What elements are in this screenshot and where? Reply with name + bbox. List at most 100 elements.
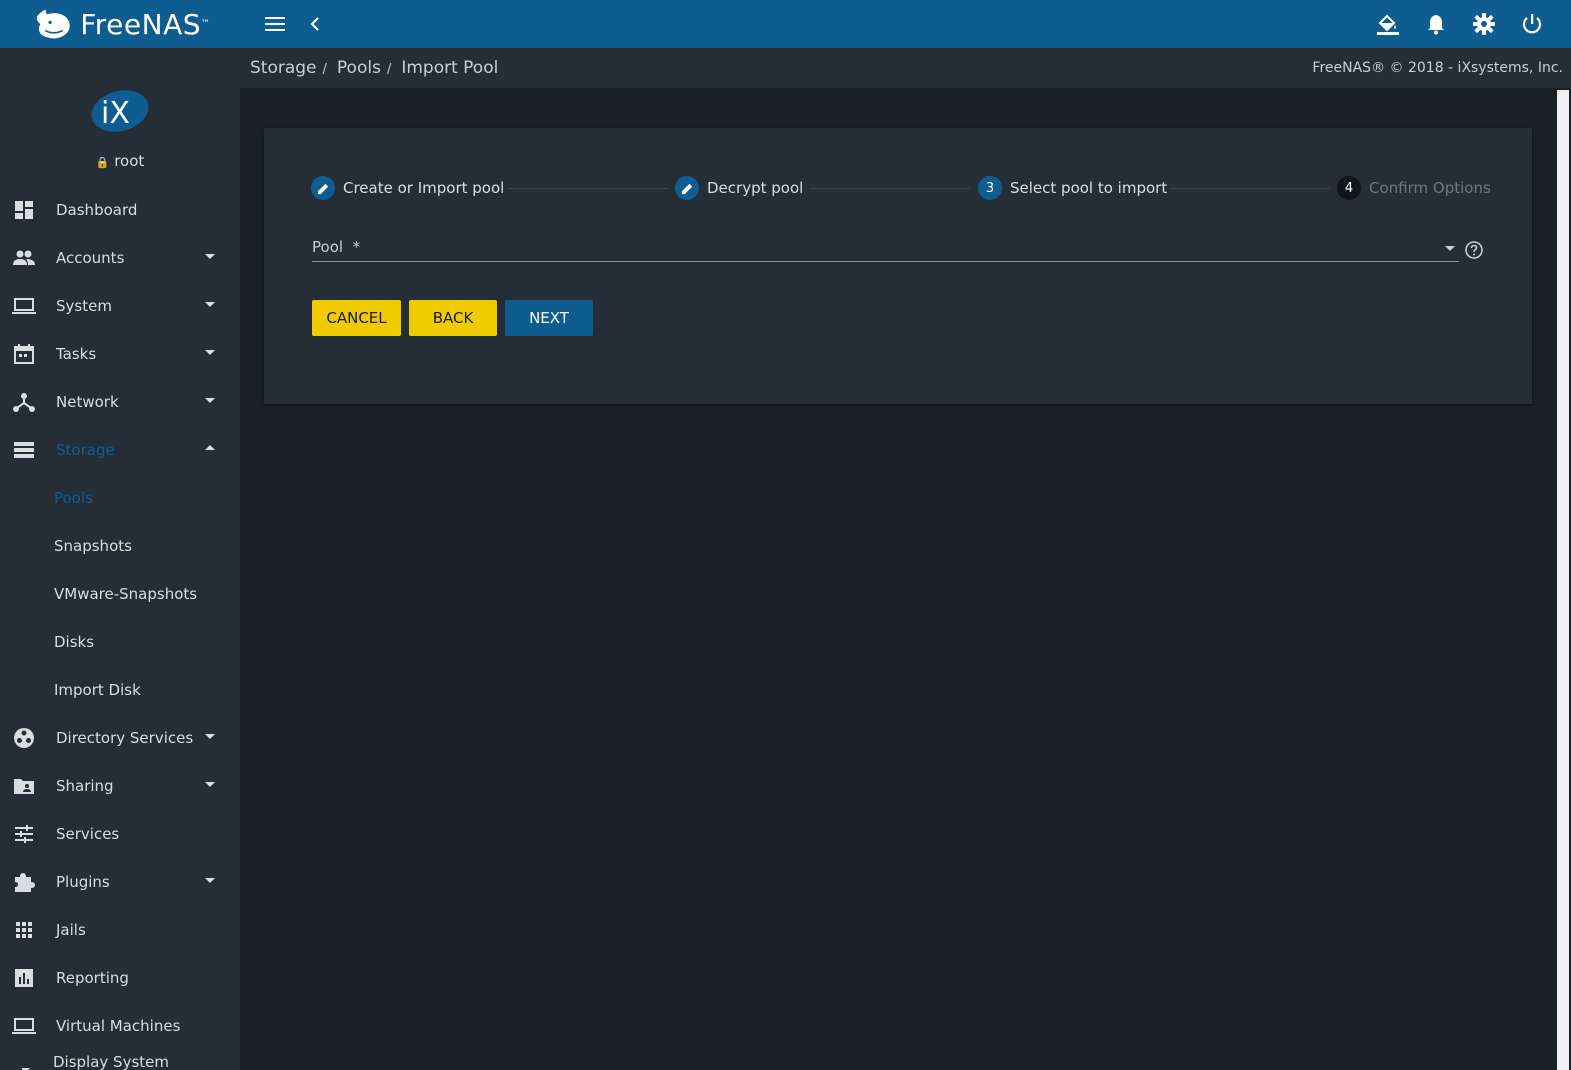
username: root: [114, 152, 145, 170]
step-create-import-pool[interactable]: Create or Import pool: [311, 176, 504, 200]
sidebar-item-system[interactable]: System: [0, 282, 240, 330]
breadcrumb-separator: /: [386, 62, 392, 77]
dashboard-icon: [15, 201, 33, 219]
ix-logo-icon: iX: [91, 90, 149, 132]
breadcrumb: Storage / Pools / Import Pool: [250, 48, 498, 90]
sidebar-item-storage[interactable]: Storage: [0, 426, 240, 474]
calendar-icon: [14, 344, 34, 364]
sidebar-item-label: Sharing: [56, 777, 114, 795]
ix-logo: iX: [90, 86, 150, 136]
sidebar-subitem-import-disk[interactable]: Import Disk: [0, 666, 240, 714]
arrow-icon: [22, 1068, 30, 1070]
chevron-left-icon: [310, 17, 319, 31]
help-icon[interactable]: [1464, 240, 1484, 260]
sidebar-item-label: Dashboard: [56, 201, 138, 219]
lock-icon: 🔒: [95, 156, 110, 169]
puzzle-icon: [15, 873, 35, 892]
step-connector: [1170, 188, 1330, 189]
breadcrumb-bar: Storage / Pools / Import Pool FreeNAS® © 201…: [240, 48, 1571, 88]
sidebar-item-jails[interactable]: Jails: [0, 906, 240, 954]
sidebar-item-tasks[interactable]: Tasks: [0, 330, 240, 378]
step-label: Decrypt pool: [707, 179, 804, 197]
menu-button[interactable]: [263, 12, 287, 36]
copyright: FreeNAS® © 2018 - iXsystems, Inc.: [1312, 60, 1563, 76]
breadcrumb-pools[interactable]: Pools: [337, 58, 381, 78]
pencil-icon: [681, 183, 692, 194]
sidebar-item-dashboard[interactable]: Dashboard: [0, 186, 240, 234]
sidebar-subitem-label: Disks: [54, 633, 95, 651]
pool-label-text: Pool: [312, 238, 344, 256]
sidebar-item-sharing[interactable]: Sharing: [0, 762, 240, 810]
sidebar-subitem-label: Pools: [54, 489, 93, 507]
sidebar-item-label: System: [56, 297, 112, 315]
theme-button[interactable]: [1376, 12, 1400, 36]
sidebar-item-display-system[interactable]: Display System: [0, 1036, 240, 1070]
sidebar-item-plugins[interactable]: Plugins: [0, 858, 240, 906]
sidebar-item-label: Reporting: [56, 969, 129, 987]
notifications-button[interactable]: [1424, 12, 1448, 36]
sidebar-item-label: Network: [56, 393, 119, 411]
step-select-pool[interactable]: 3 Select pool to import: [978, 176, 1167, 200]
brand-tm: ™: [201, 19, 210, 29]
settings-button[interactable]: [1472, 12, 1496, 36]
user-info: 🔒 root: [0, 152, 240, 170]
sidebar-subitem-pools[interactable]: Pools: [0, 474, 240, 522]
breadcrumb-storage[interactable]: Storage: [250, 58, 317, 78]
step-circle: [311, 176, 335, 200]
laptop-icon: [12, 1018, 36, 1034]
bell-icon: [1428, 15, 1444, 35]
tune-icon: [15, 825, 33, 843]
sidebar-item-reporting[interactable]: Reporting: [0, 954, 240, 1002]
sidebar-subitem-label: VMware-Snapshots: [54, 585, 198, 603]
caret-down-icon: [205, 302, 215, 307]
directory-icon: [14, 728, 34, 748]
freenas-logo[interactable]: FreeNAS ™: [34, 4, 210, 44]
caret-down-icon: [205, 350, 215, 355]
paint-bucket-icon: [1377, 14, 1399, 35]
next-button[interactable]: NEXT: [505, 300, 593, 336]
sidebar-item-accounts[interactable]: Accounts: [0, 234, 240, 282]
back-button[interactable]: BACK: [409, 300, 497, 336]
step-decrypt-pool[interactable]: Decrypt pool: [675, 176, 803, 200]
chart-icon: [15, 969, 33, 987]
brand-name: FreeNAS: [80, 7, 201, 41]
step-number: 4: [1337, 176, 1361, 200]
sidebar-subitem-disks[interactable]: Disks: [0, 618, 240, 666]
freenas-fish-icon: [36, 9, 70, 39]
power-button[interactable]: [1520, 12, 1544, 36]
step-confirm-options[interactable]: 4 Confirm Options: [1337, 176, 1491, 200]
pencil-icon: [317, 183, 328, 194]
step-connector: [508, 188, 668, 189]
step-connector: [810, 188, 970, 189]
network-icon: [13, 393, 35, 412]
sidebar-subitem-label: Snapshots: [54, 537, 132, 555]
caret-down-icon: [205, 782, 215, 787]
step-number: 3: [978, 176, 1002, 200]
caret-down-icon: [205, 254, 215, 259]
scrollbar-thumb[interactable]: [1557, 90, 1569, 1070]
collapse-sidebar-button[interactable]: [303, 12, 327, 36]
sidebar-item-label: Services: [56, 825, 120, 843]
sidebar: iX 🔒 root Dashboard Accounts System Task…: [0, 48, 240, 1070]
menu-icon: [265, 17, 285, 31]
sidebar-item-label: Display System: [53, 1053, 169, 1070]
sidebar-item-network[interactable]: Network: [0, 378, 240, 426]
sidebar-item-directory-services[interactable]: Directory Services: [0, 714, 240, 762]
sidebar-item-label: Directory Services: [56, 729, 194, 747]
import-pool-card: Create or Import pool Decrypt pool 3 Sel…: [264, 128, 1532, 404]
step-circle: [675, 176, 699, 200]
power-icon: [1522, 14, 1542, 34]
people-icon: [13, 250, 35, 265]
caret-down-icon: [205, 398, 215, 403]
dropdown-arrow-icon[interactable]: [1445, 246, 1455, 251]
sidebar-subitem-snapshots[interactable]: Snapshots: [0, 522, 240, 570]
sidebar-item-label: Storage: [56, 441, 115, 459]
step-label: Confirm Options: [1369, 179, 1491, 197]
pool-field-label: Pool *: [312, 238, 360, 256]
breadcrumb-separator: /: [322, 62, 327, 77]
sidebar-item-services[interactable]: Services: [0, 810, 240, 858]
grid-icon: [16, 922, 32, 938]
storage-icon: [14, 442, 34, 458]
sidebar-subitem-vmware-snapshots[interactable]: VMware-Snapshots: [0, 570, 240, 618]
cancel-button[interactable]: CANCEL: [312, 300, 401, 336]
